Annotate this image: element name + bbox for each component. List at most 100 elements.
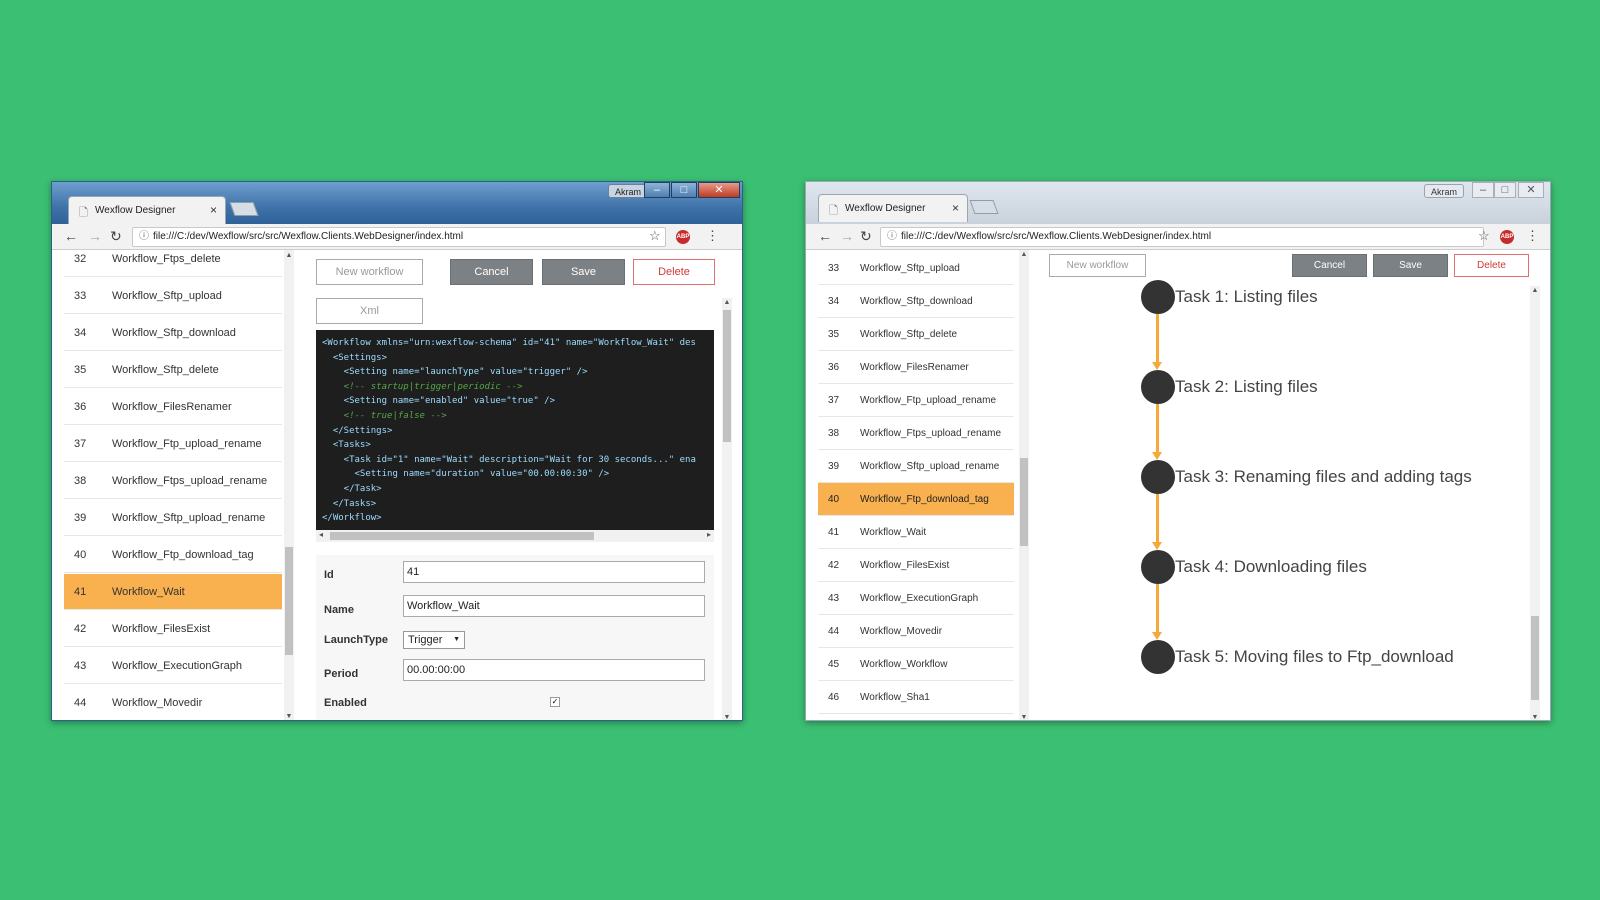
workflow-list-item[interactable]: 36 Workflow_FilesRenamer bbox=[64, 389, 282, 425]
forward-arrow-icon[interactable]: → bbox=[840, 228, 854, 244]
workflow-list-item[interactable]: 43 Workflow_ExecutionGraph bbox=[818, 582, 1014, 615]
workflow-id: 41 bbox=[74, 586, 87, 598]
delete-button[interactable]: Delete bbox=[1454, 254, 1529, 277]
workflow-list-item[interactable]: 41 Workflow_Wait bbox=[64, 574, 282, 610]
bookmark-star-icon[interactable]: ☆ bbox=[649, 228, 661, 244]
title-bar: Akram – □ ✕ 🗋 Wexflow Designer × bbox=[806, 182, 1550, 224]
address-bar[interactable]: ⓘ file:///C:/dev/Wexflow/src/src/Wexflow.… bbox=[880, 227, 1484, 247]
workflow-id: 33 bbox=[74, 290, 87, 302]
workflow-name: Workflow_Sha1 bbox=[860, 692, 930, 703]
browser-tab[interactable]: 🗋 Wexflow Designer × bbox=[818, 194, 968, 222]
cancel-button[interactable]: Cancel bbox=[450, 259, 533, 285]
address-bar[interactable]: ⓘ file:///C:/dev/Wexflow/src/src/Wexflow.… bbox=[132, 227, 666, 247]
workflow-list-item[interactable]: 45 Workflow_Workflow bbox=[818, 648, 1014, 681]
workflow-list-item[interactable]: 41 Workflow_Wait bbox=[818, 516, 1014, 549]
workflow-list-item[interactable]: 38 Workflow_Ftps_upload_rename bbox=[818, 417, 1014, 450]
cancel-button[interactable]: Cancel bbox=[1292, 254, 1367, 277]
maximize-button[interactable]: □ bbox=[671, 182, 697, 198]
save-button[interactable]: Save bbox=[1373, 254, 1448, 277]
workflow-list-item[interactable]: 44 Workflow_Movedir bbox=[818, 615, 1014, 648]
menu-kebab-icon[interactable]: ⋮ bbox=[706, 228, 719, 244]
workflow-list-item[interactable]: 35 Workflow_Sftp_delete bbox=[64, 352, 282, 388]
id-label: Id bbox=[324, 569, 334, 581]
new-workflow-button[interactable]: New workflow bbox=[316, 259, 423, 285]
back-arrow-icon[interactable]: ← bbox=[64, 228, 78, 244]
browser-toolbar: ← → ↻ ⓘ file:///C:/dev/Wexflow/src/src/We… bbox=[52, 224, 742, 250]
adblock-icon[interactable]: ABP bbox=[1500, 230, 1514, 244]
enabled-checkbox[interactable]: ✓ bbox=[550, 697, 560, 707]
workflow-list-item[interactable]: 33 Workflow_Sftp_upload bbox=[818, 252, 1014, 285]
workflow-name: Workflow_Ftp_download_tag bbox=[112, 549, 254, 561]
task-node[interactable] bbox=[1141, 280, 1175, 314]
graph-scrollbar[interactable]: ▲ ▼ bbox=[1530, 286, 1540, 720]
workflow-id: 35 bbox=[828, 329, 840, 340]
workflow-list: 32 Workflow_Ftps_delete 33 Workflow_Sftp_up… bbox=[64, 250, 282, 720]
new-tab-button[interactable] bbox=[969, 200, 999, 214]
xml-line: <Settings> bbox=[322, 352, 388, 363]
adblock-icon[interactable]: ABP bbox=[676, 230, 690, 244]
info-icon: ⓘ bbox=[139, 231, 149, 242]
workflow-list-item[interactable]: 34 Workflow_Sftp_download bbox=[818, 285, 1014, 318]
workflow-list-item[interactable]: 35 Workflow_Sftp_delete bbox=[818, 318, 1014, 351]
workflow-list-scrollbar[interactable]: ▲ ▼ bbox=[1019, 250, 1029, 720]
delete-button[interactable]: Delete bbox=[633, 259, 715, 285]
task-node[interactable] bbox=[1141, 640, 1175, 674]
close-window-button[interactable]: ✕ bbox=[1518, 182, 1544, 198]
maximize-button[interactable]: □ bbox=[1494, 182, 1516, 198]
workflow-id: 34 bbox=[828, 296, 840, 307]
bookmark-star-icon[interactable]: ☆ bbox=[1478, 228, 1490, 244]
workflow-list-item[interactable]: 40 Workflow_Ftp_download_tag bbox=[818, 483, 1014, 516]
new-workflow-button[interactable]: New workflow bbox=[1049, 254, 1146, 277]
workflow-list-item[interactable]: 37 Workflow_Ftp_upload_rename bbox=[64, 426, 282, 462]
task-node[interactable] bbox=[1141, 370, 1175, 404]
browser-window-right: Akram – □ ✕ 🗋 Wexflow Designer × ← → ↻ ⓘ… bbox=[805, 181, 1551, 721]
workflow-list-item[interactable]: 40 Workflow_Ftp_download_tag bbox=[64, 537, 282, 573]
menu-kebab-icon[interactable]: ⋮ bbox=[1526, 228, 1539, 244]
period-field[interactable]: 00.00:00:00 bbox=[403, 659, 705, 681]
task-node[interactable] bbox=[1141, 460, 1175, 494]
workflow-id: 35 bbox=[74, 364, 87, 376]
workflow-list-item[interactable]: 44 Workflow_Movedir bbox=[64, 685, 282, 720]
close-tab-icon[interactable]: × bbox=[952, 201, 959, 215]
name-field[interactable]: Workflow_Wait bbox=[403, 595, 705, 617]
forward-arrow-icon[interactable]: → bbox=[88, 228, 102, 244]
minimize-button[interactable]: – bbox=[644, 182, 670, 198]
launch-type-select[interactable]: Trigger ▼ bbox=[403, 631, 465, 649]
workflow-list-item[interactable]: 42 Workflow_FilesExist bbox=[818, 549, 1014, 582]
workflow-list-item[interactable]: 38 Workflow_Ftps_upload_rename bbox=[64, 463, 282, 499]
workflow-name: Workflow_Workflow bbox=[860, 659, 948, 670]
form-scrollbar[interactable]: ▲ ▼ bbox=[722, 298, 732, 720]
workflow-list-item[interactable]: 39 Workflow_Sftp_upload_rename bbox=[64, 500, 282, 536]
workflow-list-item[interactable]: 42 Workflow_FilesExist bbox=[64, 611, 282, 647]
id-field[interactable]: 41 bbox=[403, 561, 705, 583]
task-node[interactable] bbox=[1141, 550, 1175, 584]
workflow-list: 33 Workflow_Sftp_upload 34 Workflow_Sftp_do… bbox=[818, 250, 1016, 720]
workflow-list-item[interactable]: 39 Workflow_Sftp_upload_rename bbox=[818, 450, 1014, 483]
browser-tab[interactable]: 🗋 Wexflow Designer × bbox=[68, 196, 226, 224]
workflow-list-item[interactable]: 32 Workflow_Ftps_delete bbox=[64, 250, 282, 277]
close-tab-icon[interactable]: × bbox=[210, 203, 217, 217]
save-button[interactable]: Save bbox=[542, 259, 625, 285]
minimize-button[interactable]: – bbox=[1472, 182, 1494, 198]
workflow-list-scrollbar[interactable]: ▲ ▼ bbox=[284, 250, 294, 720]
workflow-list-item[interactable]: 36 Workflow_FilesRenamer bbox=[818, 351, 1014, 384]
workflow-list-item[interactable]: 43 Workflow_ExecutionGraph bbox=[64, 648, 282, 684]
close-window-button[interactable]: ✕ bbox=[698, 182, 740, 198]
workflow-list-item[interactable]: 34 Workflow_Sftp_download bbox=[64, 315, 282, 351]
xml-horizontal-scrollbar[interactable]: ◂ ▸ bbox=[316, 530, 714, 542]
reload-icon[interactable]: ↻ bbox=[110, 228, 122, 245]
workflow-list-item[interactable]: 33 Workflow_Sftp_upload bbox=[64, 278, 282, 314]
xml-line: </Workflow> bbox=[322, 513, 382, 524]
workflow-list-item[interactable]: 46 Workflow_Sha1 bbox=[818, 681, 1014, 714]
workflow-name: Workflow_Sftp_upload_rename bbox=[112, 512, 266, 524]
workflow-list-item[interactable]: 37 Workflow_Ftp_upload_rename bbox=[818, 384, 1014, 417]
workflow-id: 43 bbox=[74, 660, 87, 672]
browser-toolbar: ← → ↻ ⓘ file:///C:/dev/Wexflow/src/src/We… bbox=[806, 224, 1550, 250]
xml-editor[interactable]: <Workflow xmlns="urn:wexflow-schema" id=… bbox=[316, 330, 714, 530]
reload-icon[interactable]: ↻ bbox=[860, 228, 872, 245]
new-tab-button[interactable] bbox=[229, 202, 259, 216]
workflow-id: 45 bbox=[828, 659, 840, 670]
back-arrow-icon[interactable]: ← bbox=[818, 228, 832, 244]
task-edge-arrow bbox=[1152, 404, 1162, 460]
xml-button[interactable]: Xml bbox=[316, 298, 423, 324]
